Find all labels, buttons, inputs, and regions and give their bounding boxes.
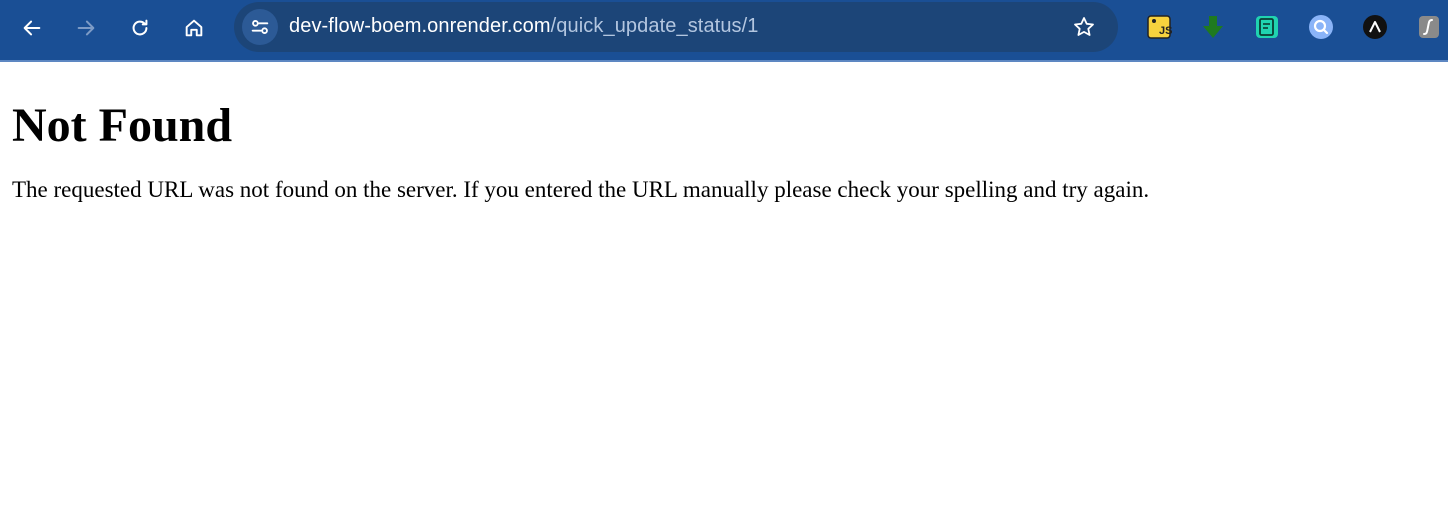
home-button[interactable] — [176, 10, 212, 46]
url-host: dev-flow-boem.onrender.com — [289, 15, 551, 37]
script-extension-icon — [1419, 16, 1439, 38]
address-bar[interactable]: dev-flow-boem.onrender.com/quick_update_… — [234, 2, 1118, 52]
page-title: Not Found — [12, 99, 233, 152]
script-extension-button[interactable] — [1415, 13, 1443, 41]
search-extension-button[interactable] — [1307, 13, 1335, 41]
search-extension-icon — [1309, 15, 1333, 39]
delta-extension-icon — [1363, 15, 1387, 39]
browser-toolbar: dev-flow-boem.onrender.com/quick_update_… — [0, 0, 1448, 62]
url-path: /quick_update_status/1 — [550, 15, 759, 37]
svg-text:JS: JS — [1159, 25, 1172, 37]
notes-extension-button[interactable] — [1253, 13, 1281, 41]
star-icon — [1074, 17, 1094, 36]
page-content: Not Found The requested URL was not foun… — [12, 62, 1432, 204]
error-message: The requested URL was not found on the s… — [12, 177, 1150, 202]
reload-icon — [132, 19, 148, 36]
home-icon — [185, 19, 203, 37]
forward-arrow-icon — [77, 20, 95, 36]
download-extension-icon — [1203, 16, 1223, 38]
delta-extension-button[interactable] — [1361, 13, 1389, 41]
bookmark-button[interactable] — [1070, 13, 1098, 41]
forward-button[interactable] — [68, 10, 104, 46]
tune-icon — [251, 20, 269, 34]
js-extension-icon: JS — [1147, 15, 1172, 39]
back-arrow-icon — [23, 20, 41, 36]
site-info-button[interactable] — [242, 9, 278, 45]
reload-button[interactable] — [122, 10, 158, 46]
back-button[interactable] — [14, 10, 50, 46]
js-extension-button[interactable]: JS — [1145, 13, 1173, 41]
url-text[interactable]: dev-flow-boem.onrender.com/quick_update_… — [289, 15, 759, 38]
download-extension-button[interactable] — [1199, 13, 1227, 41]
notes-extension-icon — [1256, 16, 1278, 38]
